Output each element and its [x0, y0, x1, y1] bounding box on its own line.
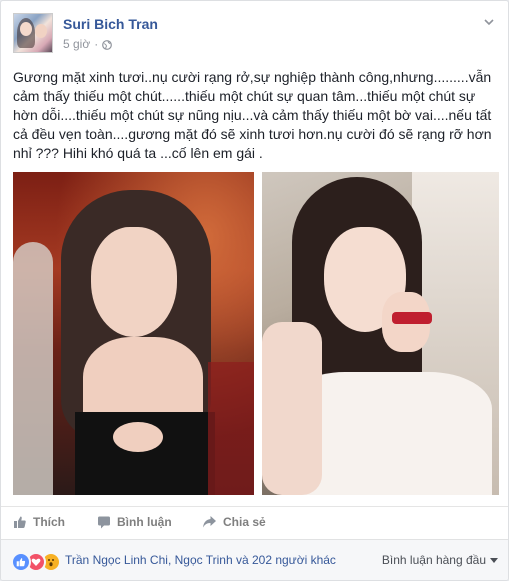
post-header: Suri Bich Tran 5 giờ ·: [13, 13, 498, 57]
reaction-icons[interactable]: [11, 552, 61, 572]
photo-grid: [13, 172, 499, 495]
share-button[interactable]: Chia sẻ: [202, 515, 266, 529]
comment-button[interactable]: Bình luận: [97, 515, 172, 529]
share-icon: [202, 515, 217, 529]
reactions-footer: Trần Ngọc Linh Chi, Ngọc Trinh và 202 ng…: [1, 539, 508, 580]
sort-label: Bình luận hàng đầu: [381, 553, 486, 567]
like-label: Thích: [33, 515, 65, 529]
chevron-down-icon[interactable]: [482, 15, 496, 29]
share-label: Chia sẻ: [223, 515, 266, 529]
action-bar: Thích Bình luận Chia sẻ: [1, 506, 508, 539]
photo-2[interactable]: [262, 172, 499, 495]
author-name[interactable]: Suri Bich Tran: [63, 16, 158, 32]
comment-sort-dropdown[interactable]: Bình luận hàng đầu: [382, 553, 498, 567]
thumbs-up-icon: [13, 515, 27, 529]
comment-icon: [97, 515, 111, 529]
post-text: Gương mặt xinh tươi..nụ cười rạng rở,sự …: [13, 69, 492, 161]
like-reaction-icon: [11, 552, 31, 572]
photo-1[interactable]: [13, 172, 254, 495]
avatar[interactable]: [13, 13, 53, 53]
globe-icon: [102, 39, 113, 50]
comment-label: Bình luận: [117, 515, 172, 529]
likers-text[interactable]: Trần Ngọc Linh Chi, Ngọc Trinh và 202 ng…: [65, 553, 336, 567]
post-time[interactable]: 5 giờ: [63, 37, 90, 51]
meta-separator: ·: [94, 37, 99, 51]
post-card: Suri Bich Tran 5 giờ · Gương mặt xinh tư…: [0, 0, 509, 581]
post-meta: 5 giờ ·: [63, 37, 113, 51]
caret-down-icon: [490, 553, 498, 567]
like-button[interactable]: Thích: [13, 515, 65, 529]
